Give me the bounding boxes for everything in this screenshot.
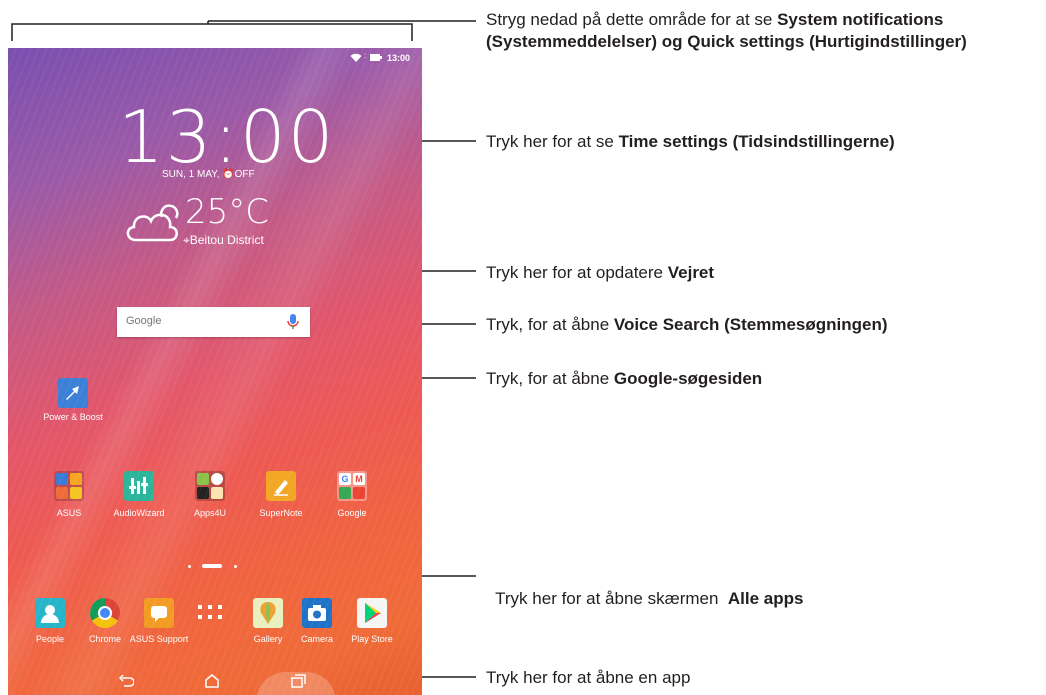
callout-time-settings: Tryk her for at se Time settings (Tidsin… [486, 131, 895, 153]
callout-text: Tryk her for at se [486, 132, 619, 151]
callout-bold-text: Time settings (Tidsindstillingerne) [618, 132, 895, 151]
status-time: 13:00 [387, 53, 411, 63]
page-indicator-dot [234, 565, 237, 568]
callout-all-apps: Tryk her for at åbne skærmen Alle apps [486, 566, 803, 610]
asus-support-icon[interactable] [144, 598, 174, 628]
callout-bold-text: Google-søgesiden [613, 369, 763, 388]
callout-google-search: Tryk, for at åbne Google-søgesiden [486, 368, 762, 390]
app-label-audiowizard: AudioWizard [113, 508, 165, 518]
callout-open-app: Tryk her for at åbne en app [486, 667, 690, 689]
battery-icon [370, 53, 382, 64]
google-search-bar[interactable]: Google [117, 307, 310, 337]
clock-time[interactable]: 13:00 [118, 100, 336, 174]
microphone-icon[interactable] [287, 314, 299, 335]
signal-separator: : [364, 51, 367, 60]
back-icon[interactable] [118, 674, 135, 693]
wifi-icon [350, 53, 362, 65]
supernote-icon[interactable] [266, 471, 296, 501]
dock-label-people: People [35, 634, 65, 644]
dock-label-asus-support: ASUS Support [129, 634, 189, 644]
callout-bold-text: Voice Search (Stemmesøgningen) [613, 315, 888, 334]
camera-icon[interactable] [302, 598, 332, 628]
app-label-supernote: SuperNote [259, 508, 303, 518]
chrome-icon[interactable] [90, 598, 120, 628]
navigation-bar [8, 668, 422, 695]
dock-label-chrome: Chrome [88, 634, 121, 644]
callout-status-bar: Stryg nedad på dette område for at se Sy… [486, 9, 1046, 53]
callout-text: Tryk, for at åbne [486, 315, 614, 334]
tablet-home-screen: : 13:00 13:00 SUN, 1 MAY, ⏰OFF 25°C ⌖Bei… [8, 48, 422, 695]
google-logo: Google [126, 315, 162, 327]
callout-text: Tryk her for at opdatere [486, 263, 668, 282]
callout-text: Tryk her for at åbne skærmen [495, 589, 728, 608]
callout-voice-search: Tryk, for at åbne Voice Search (Stemmesø… [486, 314, 888, 336]
all-apps-icon[interactable] [198, 605, 222, 626]
app-label-apps4u: Apps4U [193, 508, 227, 518]
status-bar[interactable]: : 13:00 [8, 48, 422, 68]
people-icon[interactable] [35, 598, 65, 628]
google-folder-icon[interactable]: G M [337, 471, 367, 501]
clock-date[interactable]: SUN, 1 MAY, ⏰OFF [162, 169, 255, 180]
home-icon[interactable] [204, 673, 220, 693]
play-store-icon[interactable] [357, 598, 387, 628]
cloud-icon[interactable] [122, 200, 180, 249]
callout-text: Tryk her for at åbne en app [486, 668, 691, 687]
app-label-google: Google [337, 508, 367, 518]
power-boost-label: Power & Boost [43, 412, 103, 422]
callout-text: Tryk, for at åbne [486, 369, 614, 388]
recents-icon[interactable] [291, 674, 306, 693]
asus-folder-icon[interactable] [54, 471, 84, 501]
weather-temperature[interactable]: 25°C [185, 194, 269, 230]
app-label-asus: ASUS [56, 508, 82, 518]
weather-location[interactable]: ⌖Beitou District [183, 233, 264, 248]
power-boost-icon[interactable] [58, 378, 88, 408]
audiowizard-icon[interactable] [124, 471, 154, 501]
callout-bold-text: Alle apps [727, 589, 804, 608]
callout-text: Stryg nedad på dette område for at se [486, 10, 778, 29]
callout-bold-text: Vejret [667, 263, 715, 282]
page-indicator-dot [188, 565, 191, 568]
page-indicator-current [202, 564, 222, 568]
apps4u-folder-icon[interactable] [195, 471, 225, 501]
dock-label-play-store: Play Store [351, 634, 393, 644]
dock-label-camera: Camera [300, 634, 333, 644]
callout-weather: Tryk her for at opdatere Vejret [486, 262, 714, 284]
gallery-icon[interactable] [253, 598, 283, 628]
